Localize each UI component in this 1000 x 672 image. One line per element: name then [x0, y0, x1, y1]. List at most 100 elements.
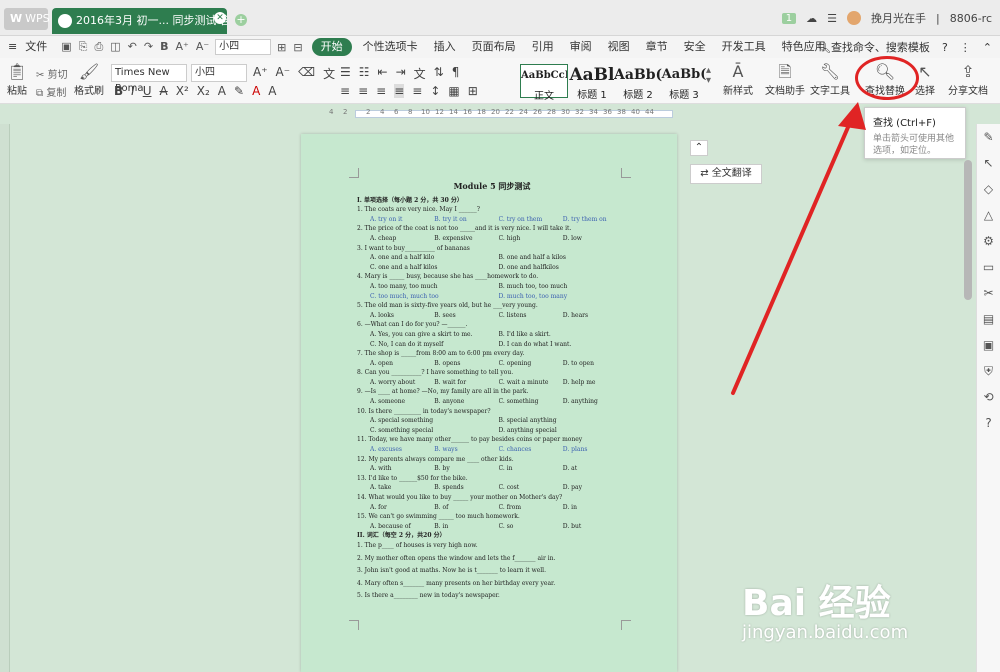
phonetic-icon[interactable]: 文: [323, 65, 335, 82]
text-tools-button[interactable]: 🔧︎ 文字工具: [808, 62, 852, 97]
preview-icon[interactable]: ◫: [110, 40, 120, 54]
border-icon[interactable]: ⊞: [468, 84, 478, 98]
strikethrough-icon[interactable]: A: [160, 84, 168, 98]
increase-indent-icon[interactable]: ⇥: [396, 65, 406, 82]
tab-chapter[interactable]: 章节: [638, 36, 676, 58]
shield-icon[interactable]: ⛨: [977, 358, 1000, 384]
line-spacing-icon[interactable]: ↕: [430, 84, 440, 98]
clear-format-icon[interactable]: ⌫: [298, 65, 315, 82]
tab-document[interactable]: 2016年3月 初一... 同步测试 含答案: [52, 8, 227, 34]
collapse-ribbon-icon[interactable]: ⌃: [983, 41, 992, 54]
style-heading-3[interactable]: AaBb( 标题 3: [660, 64, 708, 101]
find-replace-button[interactable]: 🔍︎ 查找替换: [858, 62, 912, 102]
bullet-list-icon[interactable]: ☰: [340, 65, 351, 82]
share-doc-button[interactable]: ⇪ 分享文档: [948, 62, 988, 97]
shapes-icon[interactable]: ◇: [977, 176, 1000, 202]
settings-icon[interactable]: ⚙: [977, 228, 1000, 254]
close-tab-icon[interactable]: ✕: [214, 12, 226, 24]
help-icon[interactable]: ?: [942, 41, 948, 54]
page-icon[interactable]: ▭: [977, 254, 1000, 280]
tab-custom[interactable]: 个性选项卡: [355, 36, 426, 58]
style-heading-1[interactable]: AaBl 标题 1: [568, 64, 616, 101]
redo-icon[interactable]: ↷: [144, 40, 153, 54]
tab-page-layout[interactable]: 页面布局: [464, 36, 524, 58]
chinese-layout-icon[interactable]: 文: [414, 65, 426, 82]
bold-icon[interactable]: B: [114, 84, 123, 98]
decrease-indent-icon[interactable]: ⇤: [378, 65, 388, 82]
list-icon[interactable]: ☰: [827, 12, 837, 25]
cloud-icon[interactable]: ☁: [806, 12, 817, 25]
char-shading-icon[interactable]: A: [268, 84, 276, 98]
grid-icon[interactable]: ⊟: [293, 41, 302, 54]
tab-developer[interactable]: 开发工具: [714, 36, 774, 58]
bold-quick-icon[interactable]: B: [160, 40, 168, 54]
italic-icon[interactable]: I: [131, 84, 135, 98]
subscript-icon[interactable]: X₂: [197, 84, 210, 98]
image-icon[interactable]: ▣: [977, 332, 1000, 358]
help-icon[interactable]: ?: [977, 410, 1000, 436]
grow-font-icon[interactable]: A⁺: [253, 65, 268, 82]
underline-icon[interactable]: U: [143, 84, 152, 98]
export-icon[interactable]: ⎘: [79, 40, 88, 54]
paste-button[interactable]: 📋︎ 粘贴: [4, 62, 30, 97]
align-left-icon[interactable]: ≡: [340, 84, 350, 98]
select-button[interactable]: ↖ 选择: [912, 62, 938, 97]
highlight-icon[interactable]: ✎: [234, 84, 244, 98]
translate-button[interactable]: ⇄ 全文翻译: [690, 164, 762, 184]
shrink-font-icon[interactable]: A⁻: [196, 40, 209, 54]
style-normal[interactable]: AaBbCcDd 正文: [520, 64, 568, 102]
quick-font-size[interactable]: 小四: [215, 39, 272, 55]
tab-security[interactable]: 安全: [676, 36, 714, 58]
tab-view[interactable]: 视图: [600, 36, 638, 58]
distribute-icon[interactable]: ≡: [412, 84, 422, 98]
print-icon[interactable]: ⎙: [94, 40, 103, 54]
menu-toggle-icon[interactable]: ≡: [0, 36, 25, 58]
align-center-icon[interactable]: ≡: [358, 84, 368, 98]
menu-file[interactable]: 文件: [25, 36, 55, 58]
wps-home-button[interactable]: W WPS: [4, 8, 50, 30]
align-right-icon[interactable]: ≡: [376, 84, 386, 98]
vertical-scrollbar[interactable]: [964, 160, 972, 300]
format-painter-button[interactable]: 🖌︎ 格式刷: [74, 62, 104, 97]
save-icon[interactable]: ▣: [61, 40, 71, 54]
tab-review[interactable]: 审阅: [562, 36, 600, 58]
avatar[interactable]: [846, 11, 861, 25]
styles-scroll[interactable]: ▴ ▾: [706, 66, 711, 86]
cursor-icon[interactable]: ↖: [977, 150, 1000, 176]
style-icon[interactable]: △: [977, 202, 1000, 228]
layers-icon[interactable]: ▤: [977, 306, 1000, 332]
new-style-button[interactable]: Ā 新样式: [720, 62, 756, 97]
table-icon[interactable]: ⊞: [277, 41, 286, 54]
superscript-icon[interactable]: X²: [176, 84, 189, 98]
more-icon[interactable]: ⋮: [960, 41, 971, 54]
style-heading-2[interactable]: AaBb( 标题 2: [614, 64, 662, 101]
grow-font-icon[interactable]: A⁺: [175, 40, 188, 54]
doc-helper-button[interactable]: 🗎︎ 文档助手: [764, 62, 806, 97]
document-page[interactable]: Module 5 同步测试 I. 单项选择（每小题 2 分，共 30 分） 1.…: [301, 134, 677, 672]
text-effect-icon[interactable]: A: [218, 84, 226, 98]
shrink-font-icon[interactable]: A⁻: [276, 65, 291, 82]
tools-icon[interactable]: ✂: [977, 280, 1000, 306]
font-size-select[interactable]: 小四: [191, 64, 247, 82]
tab-insert[interactable]: 插入: [426, 36, 464, 58]
collapse-panel-icon[interactable]: ⌃: [690, 140, 708, 156]
new-tab-icon[interactable]: +: [235, 14, 247, 26]
copy-button[interactable]: ⧉ 复制: [36, 84, 66, 99]
undo-icon[interactable]: ↶: [128, 40, 137, 54]
user-name[interactable]: 挽月光在手: [871, 10, 926, 26]
edit-icon[interactable]: ✎: [977, 124, 1000, 150]
tab-home[interactable]: 开始: [311, 38, 352, 56]
cut-button[interactable]: ✂ 剪切: [36, 66, 68, 81]
show-marks-icon[interactable]: ¶: [452, 65, 460, 82]
justify-icon[interactable]: ≡: [394, 84, 405, 98]
numbered-list-icon[interactable]: ☷: [359, 65, 370, 82]
command-search[interactable]: 🔍︎查找命令、搜索模板: [817, 39, 930, 55]
shading-icon[interactable]: ▦: [448, 84, 459, 98]
tab-references[interactable]: 引用: [524, 36, 562, 58]
document-body[interactable]: Module 5 同步测试 I. 单项选择（每小题 2 分，共 30 分） 1.…: [357, 181, 627, 604]
page-count-badge[interactable]: 1: [781, 12, 797, 24]
font-name-select[interactable]: Times New Roma: [111, 64, 187, 94]
sort-icon[interactable]: ⇅: [434, 65, 444, 82]
font-color-icon[interactable]: A: [252, 84, 260, 98]
history-icon[interactable]: ⟲: [977, 384, 1000, 410]
